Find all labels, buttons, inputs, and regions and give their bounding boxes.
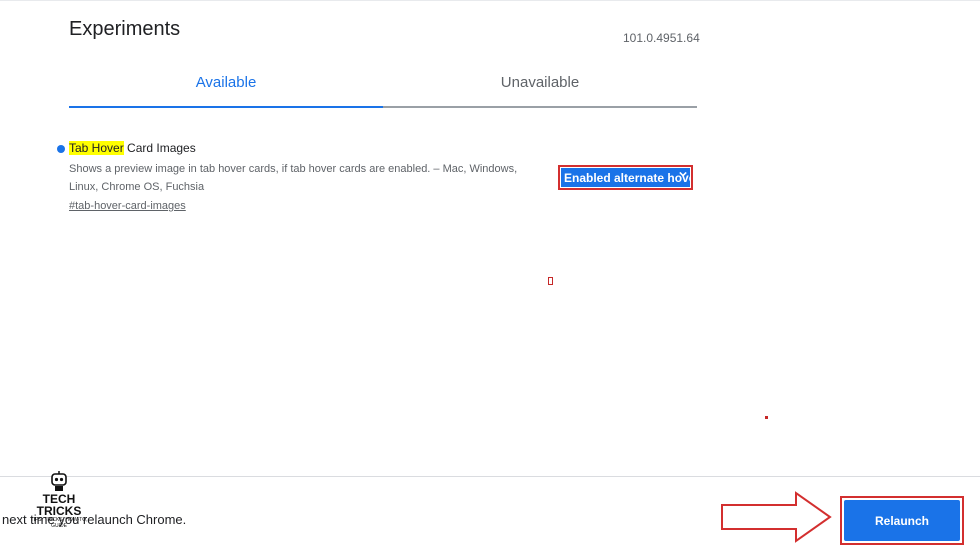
modified-indicator-dot xyxy=(57,145,65,153)
experiment-select[interactable]: Enabled alternate hover xyxy=(561,168,690,187)
tab-unavailable-label: Unavailable xyxy=(500,73,580,91)
tab-unavailable[interactable]: Unavailable xyxy=(383,58,697,108)
robot-logo-icon xyxy=(51,471,67,491)
tab-available[interactable]: Available xyxy=(69,58,383,108)
arrow-right-icon xyxy=(721,491,832,543)
cursor-annotation-mark xyxy=(548,277,553,285)
experiment-description: Shows a preview image in tab hover cards… xyxy=(69,163,518,193)
watermark-title: TECH TRICKS xyxy=(36,492,82,518)
footer-divider xyxy=(0,476,980,477)
experiment-name-highlight: Tab Hover xyxy=(69,141,124,155)
chevron-down-icon xyxy=(679,170,687,180)
experiment-permalink[interactable]: #tab-hover-card-images xyxy=(69,200,186,212)
top-divider xyxy=(0,0,980,1)
tab-available-label: Available xyxy=(195,73,257,91)
experiment-select-value: Enabled alternate hover xyxy=(564,170,690,185)
version-label: 101.0.4951.64 xyxy=(623,31,700,45)
watermark-logo: TECH TRICKS TIPS, TRICKS, HOW-TO, GUIDE xyxy=(26,470,92,529)
relaunch-highlight-box: Relaunch xyxy=(840,496,964,545)
relaunch-button[interactable]: Relaunch xyxy=(844,500,960,541)
annotation-dot xyxy=(765,416,768,419)
watermark-subtitle: TIPS, TRICKS, HOW-TO, GUIDE xyxy=(30,517,88,529)
experiment-select-highlight-box: Enabled alternate hover xyxy=(558,165,693,190)
experiment-name-rest: Card Images xyxy=(123,141,196,155)
page-title: Experiments xyxy=(69,18,181,40)
experiment-name: Tab Hover Card Images xyxy=(69,141,196,155)
